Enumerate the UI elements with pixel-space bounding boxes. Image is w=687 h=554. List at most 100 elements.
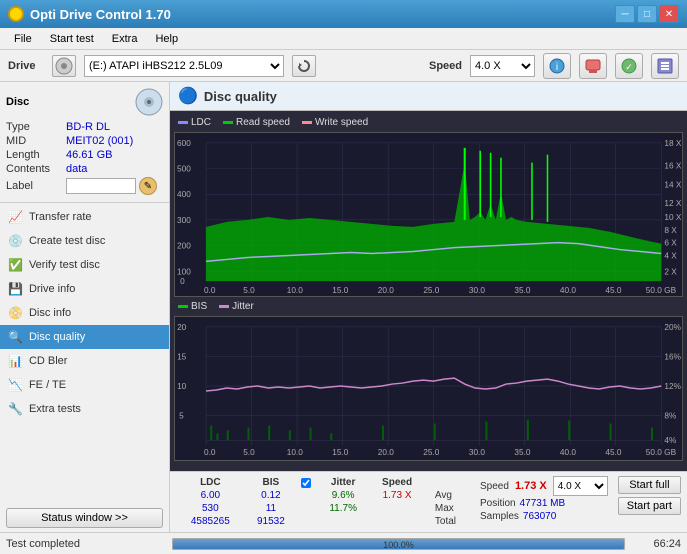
drive-label: Drive [8,60,44,72]
svg-text:600: 600 [177,139,191,148]
nav-disc-info[interactable]: 📀 Disc info [0,301,169,325]
svg-text:5.0: 5.0 [243,448,255,457]
minimize-button[interactable]: ─ [615,5,635,23]
svg-text:25.0: 25.0 [423,448,440,457]
max-jitter: 11.7% [317,502,369,515]
nav-disc-quality[interactable]: 🔍 Disc quality [0,325,169,349]
right-stats: Speed 1.73 X 4.0 X 2.0 X Position 47731 … [480,476,608,528]
max-ldc: 530 [176,502,245,515]
drive-bar: Drive (E:) ATAPI iHBS212 2.5L09 Speed 4.… [0,50,687,82]
menu-help[interactable]: Help [147,31,186,47]
svg-text:0.0: 0.0 [204,448,216,457]
drive-info-label: Drive info [29,283,75,295]
stats-table: LDC BIS Jitter Speed [176,476,425,528]
position-label: Position [480,498,516,509]
lower-chart-legend: BIS Jitter [174,299,683,314]
time-display: 66:24 [631,538,681,550]
disc-graphic [135,88,163,116]
status-bar: Test completed 100.0% 66:24 [0,532,687,554]
label-input[interactable] [66,178,136,194]
content-title: Disc quality [204,89,277,104]
speed-select[interactable]: 4.0 X 2.0 X 8.0 X [470,55,535,77]
write-speed-label: Write speed [315,117,368,128]
menu-bar: File Start test Extra Help [0,28,687,50]
stats-speed-select[interactable]: 4.0 X 2.0 X [553,476,608,496]
svg-text:15.0: 15.0 [332,286,349,295]
toolbar-btn-1[interactable]: i [543,53,571,79]
nav-items: 📈 Transfer rate 💿 Create test disc ✅ Ver… [0,203,169,504]
start-full-button[interactable]: Start full [618,476,681,494]
stat-header-ldc: LDC [176,476,245,489]
jitter-label: Jitter [232,301,254,312]
svg-text:0.0: 0.0 [204,286,216,295]
length-label: Length [6,149,66,161]
progress-text: 100.0% [173,540,624,550]
drive-refresh-btn[interactable] [292,55,316,77]
toolbar-btn-2[interactable] [579,53,607,79]
drive-select[interactable]: (E:) ATAPI iHBS212 2.5L09 [84,55,284,77]
avg-row-label: Avg [435,476,456,501]
disc-quality-label: Disc quality [29,331,85,343]
avg-ldc: 6.00 [176,489,245,502]
lower-chart: 20 15 10 5 20% 16% 12% 8% 4% 0.0 5.0 10.… [174,316,683,461]
maximize-button[interactable]: □ [637,5,657,23]
type-label: Type [6,121,66,133]
stats-row-avg: 6.00 0.12 9.6% 1.73 X [176,489,425,502]
svg-text:20.0: 20.0 [378,286,395,295]
cd-bler-label: CD Bler [29,355,68,367]
nav-verify-test-disc[interactable]: ✅ Verify test disc [0,253,169,277]
stats-row-max: 530 11 11.7% [176,502,425,515]
extra-tests-icon: 🔧 [8,402,23,416]
disc-section-title: Disc [6,96,29,108]
toolbar-btn-4[interactable] [651,53,679,79]
create-test-disc-icon: 💿 [8,234,23,248]
action-buttons: Start full Start part [618,476,681,528]
status-window-btn[interactable]: Status window >> [6,508,163,528]
nav-create-test-disc[interactable]: 💿 Create test disc [0,229,169,253]
nav-transfer-rate[interactable]: 📈 Transfer rate [0,205,169,229]
close-button[interactable]: ✕ [659,5,679,23]
nav-drive-info[interactable]: 💾 Drive info [0,277,169,301]
legend-write-speed: Write speed [302,117,368,128]
total-ldc: 4585265 [176,515,245,528]
start-part-button[interactable]: Start part [618,497,681,515]
svg-text:200: 200 [177,242,191,251]
toolbar-btn-3[interactable]: ✓ [615,53,643,79]
svg-text:400: 400 [177,190,191,199]
svg-text:0: 0 [180,277,185,286]
nav-cd-bler[interactable]: 📊 CD Bler [0,349,169,373]
max-bis: 11 [245,502,297,515]
position-value: 47731 MB [520,498,566,509]
svg-text:30.0: 30.0 [469,286,486,295]
contents-value: data [66,163,87,175]
write-speed-dot [302,121,312,124]
jitter-checkbox[interactable] [301,478,311,488]
label-label: Label [6,180,66,192]
samples-value: 763070 [523,511,556,522]
transfer-rate-label: Transfer rate [29,211,92,223]
menu-file[interactable]: File [6,31,40,47]
legend-bis: BIS [178,301,207,312]
svg-text:300: 300 [177,216,191,225]
verify-test-disc-icon: ✅ [8,258,23,272]
menu-extra[interactable]: Extra [104,31,146,47]
legend-read-speed: Read speed [223,117,290,128]
bis-dot [178,305,188,308]
svg-text:50.0 GB: 50.0 GB [646,448,676,457]
stat-header-jitter: Jitter [317,476,369,489]
max-row-label: Max [435,503,456,514]
contents-label: Contents [6,163,66,175]
svg-text:25.0: 25.0 [423,286,440,295]
drive-icon-btn[interactable] [52,55,76,77]
transfer-rate-icon: 📈 [8,210,23,224]
menu-start-test[interactable]: Start test [42,31,102,47]
svg-text:30.0: 30.0 [469,448,486,457]
mid-label: MID [6,135,66,147]
nav-fe-te[interactable]: 📉 FE / TE [0,373,169,397]
svg-text:10.0: 10.0 [287,448,304,457]
legend-ldc: LDC [178,117,211,128]
label-icon[interactable]: ✎ [139,177,157,195]
svg-text:4%: 4% [664,436,676,445]
nav-extra-tests[interactable]: 🔧 Extra tests [0,397,169,421]
svg-text:✓: ✓ [625,62,633,72]
